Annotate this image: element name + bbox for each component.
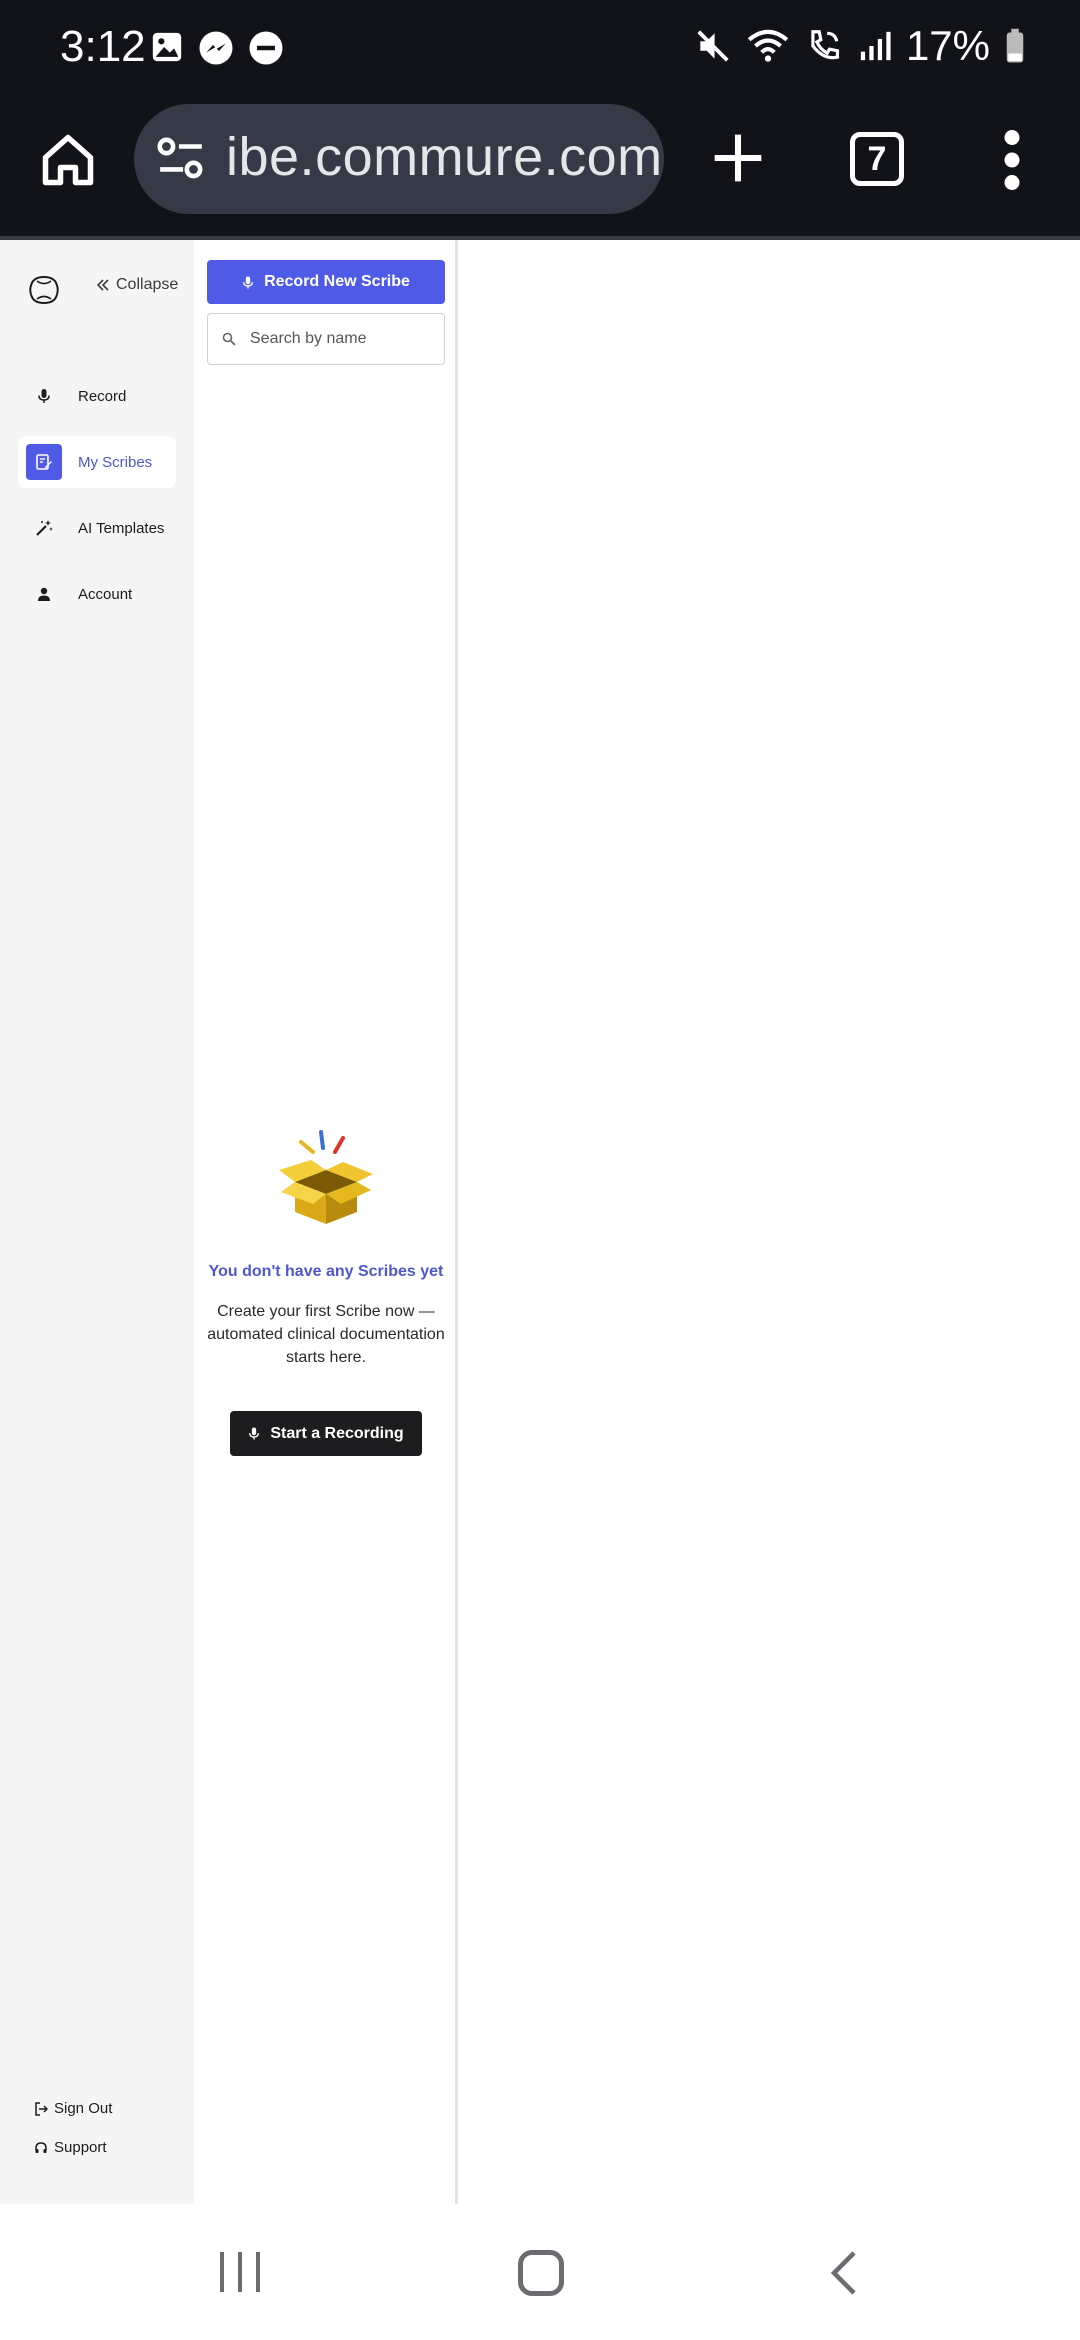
collapse-label: Collapse (116, 276, 179, 293)
new-tab-icon[interactable] (710, 130, 766, 186)
search-input[interactable] (250, 330, 430, 348)
mic-icon (249, 1427, 260, 1440)
double-chevron-left-icon (96, 279, 109, 291)
sign-out-link[interactable]: Sign Out (34, 2100, 112, 2117)
status-bar: 3:12 17% (0, 0, 1080, 104)
image-icon (152, 32, 182, 62)
commure-logo-icon[interactable] (28, 274, 60, 306)
collapse-button[interactable]: Collapse (96, 276, 178, 294)
do-not-disturb-icon (249, 31, 283, 65)
wifi-calling-icon (811, 30, 839, 60)
support-link[interactable]: Support (34, 2139, 107, 2156)
sidebar-item-label: Account (78, 585, 133, 603)
sidebar-item-label: My Scribes (78, 453, 153, 471)
mute-icon (697, 30, 729, 62)
recent-apps-icon[interactable] (218, 2250, 262, 2294)
empty-state-title: You don't have any Scribes yet (208, 1263, 444, 1280)
edit-document-icon (26, 444, 62, 480)
search-icon (222, 332, 236, 346)
magic-wand-icon (26, 510, 62, 546)
wifi-icon (747, 29, 789, 62)
battery-percent: 17% (905, 22, 990, 69)
messenger-icon (199, 31, 233, 65)
record-new-scribe-label: Record New Scribe (264, 273, 410, 290)
battery-icon (1006, 28, 1024, 63)
empty-state: You don't have any Scribes yet Create yo… (207, 1130, 445, 1456)
start-recording-button[interactable]: Start a Recording (230, 1411, 422, 1456)
start-recording-label: Start a Recording (270, 1424, 404, 1442)
sidebar-item-account[interactable]: Account (18, 568, 176, 620)
sidebar-item-label: AI Templates (78, 519, 165, 537)
system-navigation-bar (0, 2204, 1080, 2340)
scribes-list-panel: Record New Scribe You don't have any Scr… (194, 240, 458, 2204)
site-settings-icon[interactable] (156, 136, 206, 182)
home-icon[interactable] (38, 130, 98, 190)
record-new-scribe-button[interactable]: Record New Scribe (207, 260, 445, 304)
sidebar-item-record[interactable]: Record (18, 370, 176, 422)
sidebar-item-label: Record (78, 387, 127, 405)
mic-icon (243, 276, 254, 288)
sidebar-item-my-scribes[interactable]: My Scribes (18, 436, 176, 488)
status-notification-icons (150, 30, 284, 66)
sign-out-icon (35, 2101, 48, 2116)
back-icon[interactable] (828, 2250, 858, 2296)
empty-state-description: Create your first Scribe now — automated… (207, 1303, 445, 1366)
more-options-icon[interactable] (1000, 130, 1024, 190)
status-right-group: 17% (694, 22, 1026, 70)
sign-out-label: Sign Out (54, 2100, 113, 2117)
browser-toolbar: ibe.commure.com 7 (0, 104, 1080, 238)
tab-switcher-button[interactable]: 7 (850, 132, 904, 186)
support-label: Support (54, 2139, 107, 2156)
signal-icon (860, 31, 891, 61)
open-box-icon (279, 1130, 373, 1224)
person-icon (26, 576, 62, 612)
headset-icon (35, 2141, 47, 2153)
sidebar: Collapse Record My Scribes AI Templates … (0, 240, 194, 2204)
home-button-icon[interactable] (518, 2250, 564, 2296)
address-bar[interactable]: ibe.commure.com (134, 104, 664, 214)
app-root: Collapse Record My Scribes AI Templates … (0, 240, 1080, 2204)
url-text[interactable]: ibe.commure.com (226, 126, 663, 188)
sidebar-item-ai-templates[interactable]: AI Templates (18, 502, 176, 554)
search-field[interactable] (207, 313, 445, 365)
status-time: 3:12 (60, 22, 146, 71)
mic-icon (26, 378, 62, 414)
scribe-detail-area (458, 240, 1080, 2204)
